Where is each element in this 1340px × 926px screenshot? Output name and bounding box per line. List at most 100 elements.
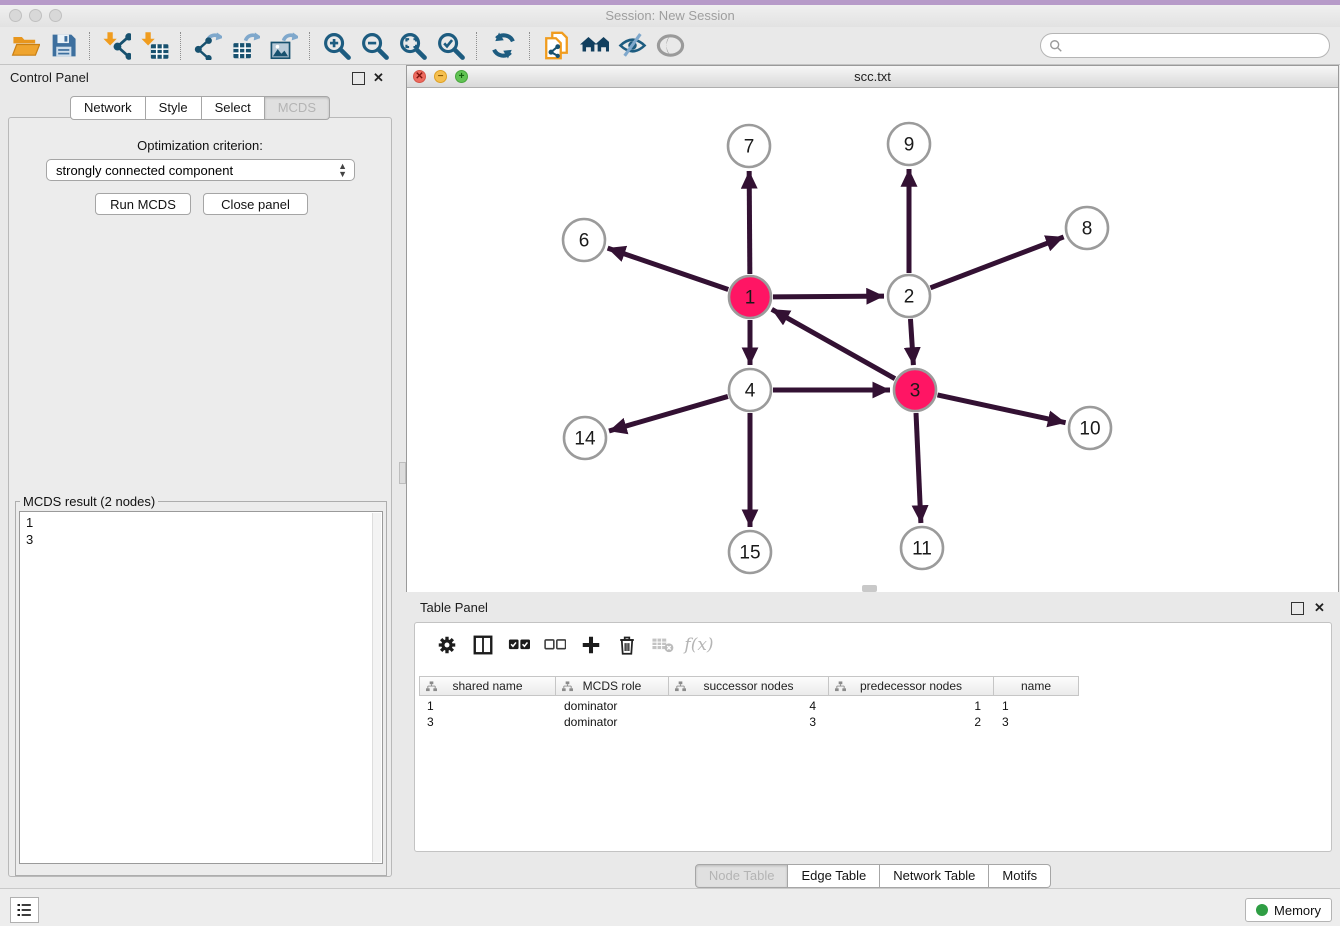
svg-text:7: 7 — [744, 137, 755, 158]
network-canvas[interactable]: 7 9 6 8 1 2 4 3 14 10 15 11 — [407, 88, 1338, 592]
delete-table-button[interactable] — [645, 627, 681, 663]
table-cell[interactable]: 1 — [419, 698, 556, 714]
vertical-splitter-handle[interactable] — [399, 462, 406, 484]
graph-node-7[interactable]: 7 — [728, 125, 770, 167]
table-cell[interactable]: 1 — [994, 698, 1079, 714]
search-field[interactable] — [1040, 33, 1330, 58]
open-folder-icon — [11, 31, 40, 60]
tab-motifs[interactable]: Motifs — [989, 864, 1051, 888]
graph-node-6[interactable]: 6 — [563, 219, 605, 261]
tab-network[interactable]: Network — [70, 96, 146, 120]
zoom-in-icon — [322, 31, 351, 60]
table-panel-close-icon[interactable]: ✕ — [1313, 602, 1326, 615]
save-button[interactable] — [44, 29, 82, 63]
import-network-button[interactable] — [97, 29, 135, 63]
tab-network-table[interactable]: Network Table — [880, 864, 989, 888]
export-network-button[interactable] — [188, 29, 226, 63]
graph-node-2[interactable]: 2 — [888, 275, 930, 317]
close-panel-button[interactable]: Close panel — [203, 193, 308, 215]
memory-button[interactable]: Memory — [1245, 898, 1332, 922]
table-panel-title: Table Panel — [420, 600, 488, 615]
table-row[interactable]: 3dominator323 — [419, 714, 1079, 730]
graph-edge-3-1[interactable] — [772, 309, 895, 378]
graph-node-10[interactable]: 10 — [1069, 407, 1111, 449]
add-button[interactable] — [573, 627, 609, 663]
zoom-out-button[interactable] — [355, 29, 393, 63]
graph-edge-2-8[interactable] — [930, 237, 1063, 288]
gear-button[interactable] — [429, 627, 465, 663]
graph-node-9[interactable]: 9 — [888, 123, 930, 165]
deselect-all-button[interactable] — [537, 627, 573, 663]
mcds-panel: Optimization criterion: strongly connect… — [8, 117, 392, 877]
table-panel-float-icon[interactable] — [1291, 602, 1304, 615]
open-folder-button[interactable] — [6, 29, 44, 63]
table-cell[interactable]: 3 — [669, 714, 829, 730]
mcds-result-line: 3 — [26, 531, 376, 548]
table-cell[interactable]: dominator — [556, 698, 669, 714]
column-header-successor-nodes[interactable]: successor nodes — [669, 676, 829, 696]
show-panels-button[interactable] — [651, 29, 689, 63]
control-panel-float-icon[interactable] — [352, 72, 365, 85]
tab-mcds[interactable]: MCDS — [265, 96, 330, 120]
select-all-button[interactable] — [501, 627, 537, 663]
memory-label: Memory — [1274, 903, 1321, 918]
zoom-fit-button[interactable] — [393, 29, 431, 63]
graph-node-4[interactable]: 4 — [729, 369, 771, 411]
graph-node-1[interactable]: 1 — [729, 276, 771, 318]
zoom-selected-button[interactable] — [431, 29, 469, 63]
graph-node-11[interactable]: 11 — [901, 527, 943, 569]
tab-edge-table[interactable]: Edge Table — [788, 864, 880, 888]
home-button[interactable] — [575, 29, 613, 63]
search-input[interactable] — [1068, 36, 1329, 56]
graph-node-3[interactable]: 3 — [894, 369, 936, 411]
graph-edge-1-2[interactable] — [773, 296, 884, 297]
network-window-titlebar: ✕ − + scc.txt — [407, 66, 1338, 88]
tab-style[interactable]: Style — [146, 96, 202, 120]
graph-node-14[interactable]: 14 — [564, 417, 606, 459]
duplicate-network-button[interactable] — [537, 29, 575, 63]
criterion-select[interactable]: strongly connected component ▲▼ — [46, 159, 355, 181]
delete-button[interactable] — [609, 627, 645, 663]
graph-edge-3-10[interactable] — [937, 395, 1065, 423]
column-label: shared name — [452, 679, 522, 693]
table-cell[interactable]: 1 — [829, 698, 994, 714]
graph-edge-1-7[interactable] — [749, 171, 750, 274]
main-toolbar — [0, 27, 1340, 65]
zoom-in-button[interactable] — [317, 29, 355, 63]
graph-edge-2-3[interactable] — [910, 319, 913, 365]
graph-edge-1-6[interactable] — [608, 248, 729, 289]
table-cell[interactable]: 4 — [669, 698, 829, 714]
table-cell[interactable]: 3 — [994, 714, 1079, 730]
run-mcds-button[interactable]: Run MCDS — [95, 193, 191, 215]
column-header-name[interactable]: name — [994, 676, 1079, 696]
svg-text:14: 14 — [574, 429, 596, 450]
fx-button[interactable]: f(x) — [681, 627, 717, 663]
tab-node-table[interactable]: Node Table — [695, 864, 789, 888]
import-table-button[interactable] — [135, 29, 173, 63]
control-panel-close-icon[interactable]: ✕ — [372, 72, 385, 85]
table-cell[interactable]: 3 — [419, 714, 556, 730]
column-header-shared-name[interactable]: shared name — [419, 676, 556, 696]
result-scrollbar[interactable] — [372, 513, 381, 862]
column-header-MCDS-role[interactable]: MCDS role — [556, 676, 669, 696]
columns-button[interactable] — [465, 627, 501, 663]
svg-text:1: 1 — [745, 288, 756, 309]
task-history-button[interactable] — [10, 897, 39, 923]
table-row[interactable]: 1dominator411 — [419, 698, 1079, 714]
graph-edge-4-14[interactable] — [609, 396, 728, 431]
refresh-button[interactable] — [484, 29, 522, 63]
tab-select[interactable]: Select — [202, 96, 265, 120]
graph-edge-3-11[interactable] — [916, 413, 921, 523]
horizontal-splitter-handle[interactable] — [862, 585, 877, 592]
export-table-button[interactable] — [226, 29, 264, 63]
graph-node-15[interactable]: 15 — [729, 531, 771, 573]
mcds-result-title: MCDS result (2 nodes) — [20, 494, 158, 509]
graph-node-8[interactable]: 8 — [1066, 207, 1108, 249]
mcds-result-list[interactable]: 13 — [19, 511, 383, 864]
column-header-predecessor-nodes[interactable]: predecessor nodes — [829, 676, 994, 696]
toolbar-separator — [529, 32, 530, 60]
table-cell[interactable]: dominator — [556, 714, 669, 730]
table-cell[interactable]: 2 — [829, 714, 994, 730]
hide-panels-button[interactable] — [613, 29, 651, 63]
export-image-button[interactable] — [264, 29, 302, 63]
